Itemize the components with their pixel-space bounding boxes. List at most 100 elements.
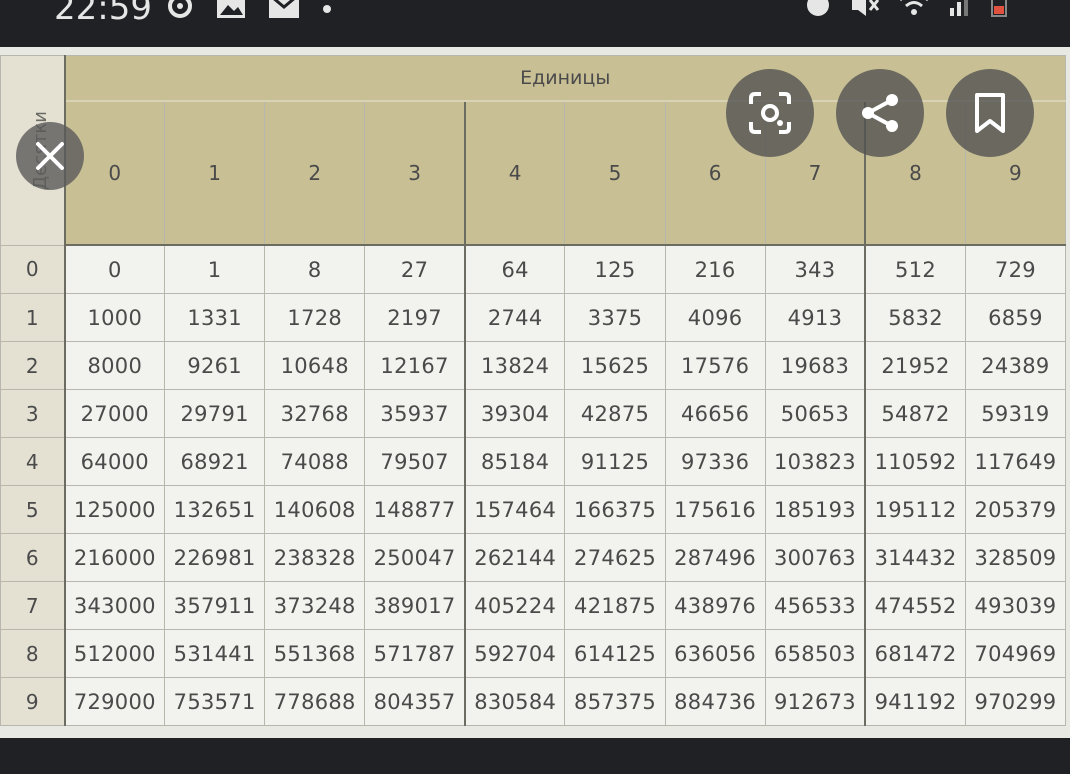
table-cell: 42875: [564, 389, 666, 438]
wifi-icon: [898, 0, 930, 22]
table-cell: 91125: [564, 437, 666, 486]
table-cell: 300763: [764, 533, 866, 582]
table-cell: 117649: [964, 437, 1067, 486]
table-cell: 804357: [364, 677, 466, 726]
table-cell: 729000: [63, 677, 166, 726]
share-button[interactable]: [836, 69, 924, 157]
table-cell: 287496: [664, 533, 766, 582]
unit-digit-header: 0: [63, 100, 166, 246]
tens-row-header: 9: [0, 677, 66, 726]
table-cell: 592704: [463, 629, 566, 678]
table-cell: 474552: [864, 581, 966, 630]
table-cell: 8000: [63, 341, 166, 390]
image-viewer: Десятки Единицы 0123456789 0018276412521…: [0, 47, 1070, 738]
table-cell: 64000: [63, 437, 166, 486]
unit-digit-header: 2: [264, 100, 366, 246]
table-cell: 140608: [264, 485, 366, 534]
table-cell: 2744: [463, 293, 566, 342]
table-cell: 357911: [164, 581, 266, 630]
table-cell: 12167: [364, 341, 466, 390]
table-cell: 9261: [164, 341, 266, 390]
lens-icon: [749, 92, 791, 134]
table-cell: 0: [63, 244, 166, 294]
table-cell: 941192: [864, 677, 966, 726]
gallery-icon: [216, 0, 246, 23]
table-cell: 157464: [463, 485, 566, 534]
table-cell: 17576: [664, 341, 766, 390]
table-cell: 3375: [564, 293, 666, 342]
table-cell: 13824: [463, 341, 566, 390]
table-cell: 59319: [964, 389, 1067, 438]
table-row: 9 729000 753571 778688 804357 830584 857375 884…: [0, 677, 1067, 726]
table-cell: 15625: [564, 341, 666, 390]
table-cell: 830584: [463, 677, 566, 726]
table-cell: 4096: [664, 293, 766, 342]
signal-icon: [948, 0, 972, 22]
table-row: 0 0 1 8 27 64 125 216 343 512 729: [0, 244, 1067, 294]
table-cell: 6859: [964, 293, 1067, 342]
table-cell: 1331: [164, 293, 266, 342]
table-cell: 456533: [764, 581, 866, 630]
table-row: 3 27000 29791 32768 35937 39304 42875 46656 5065…: [0, 389, 1067, 438]
table-cell: 195112: [864, 485, 966, 534]
table-cell: 205379: [964, 485, 1067, 534]
table-cell: 1: [164, 244, 266, 294]
table-cell: 148877: [364, 485, 466, 534]
table-cell: 54872: [864, 389, 966, 438]
table-cell: 2197: [364, 293, 466, 342]
table-cell: 4913: [764, 293, 866, 342]
bookmark-icon: [975, 93, 1005, 133]
bookmark-button[interactable]: [946, 69, 1034, 157]
table-row: 1 1000 1331 1728 2197 2744 3375 4096 4913 5832 685…: [0, 293, 1067, 342]
table-cell: 658503: [764, 629, 866, 678]
close-button[interactable]: [16, 122, 84, 190]
table-cell: 636056: [664, 629, 766, 678]
table-row: 5 125000 132651 140608 148877 157464 166375 175…: [0, 485, 1067, 534]
close-icon: [36, 142, 64, 170]
table-cell: 493039: [964, 581, 1067, 630]
table-cell: 343: [764, 244, 866, 294]
table-cell: 421875: [564, 581, 666, 630]
table-cell: 110592: [864, 437, 966, 486]
unit-digit-header: 4: [463, 100, 566, 246]
table-cell: 551368: [264, 629, 366, 678]
table-cell: 79507: [364, 437, 466, 486]
lens-button[interactable]: [726, 69, 814, 157]
mail-icon: [268, 0, 300, 23]
table-cell: 681472: [864, 629, 966, 678]
table-row: 2 8000 9261 10648 12167 13824 15625 17576 19683 2…: [0, 341, 1067, 390]
cubes-table: Десятки Единицы 0123456789 0018276412521…: [0, 55, 1067, 726]
table-cell: 438976: [664, 581, 766, 630]
table-cell: 5832: [864, 293, 966, 342]
tens-row-header: 4: [0, 437, 66, 486]
battery-icon: [990, 0, 1008, 22]
table-cell: 29791: [164, 389, 266, 438]
table-cell: 857375: [564, 677, 666, 726]
table-cell: 238328: [264, 533, 366, 582]
table-cell: 166375: [564, 485, 666, 534]
tens-row-header: 3: [0, 389, 66, 438]
table-cell: 704969: [964, 629, 1067, 678]
table-cell: 531441: [164, 629, 266, 678]
table-cell: 103823: [764, 437, 866, 486]
tens-row-header: 6: [0, 533, 66, 582]
bottom-bar: [0, 738, 1070, 774]
table-cell: 19683: [764, 341, 866, 390]
table-cell: 328509: [964, 533, 1067, 582]
table-cell: 175616: [664, 485, 766, 534]
table-cell: 35937: [364, 389, 466, 438]
table-cell: 250047: [364, 533, 466, 582]
table-cell: 97336: [664, 437, 766, 486]
table-row: 8 512000 531441 551368 571787 592704 614125 636…: [0, 629, 1067, 678]
table-cell: 389017: [364, 581, 466, 630]
table-cell: 1000: [63, 293, 166, 342]
table-cell: 729: [964, 244, 1067, 294]
share-icon: [862, 94, 898, 132]
mute-icon: [850, 0, 880, 22]
table-cell: 405224: [463, 581, 566, 630]
table-cell: 27000: [63, 389, 166, 438]
tens-row-header: 7: [0, 581, 66, 630]
alarm-icon: [804, 0, 832, 22]
table-cell: 21952: [864, 341, 966, 390]
table-cell: 884736: [664, 677, 766, 726]
